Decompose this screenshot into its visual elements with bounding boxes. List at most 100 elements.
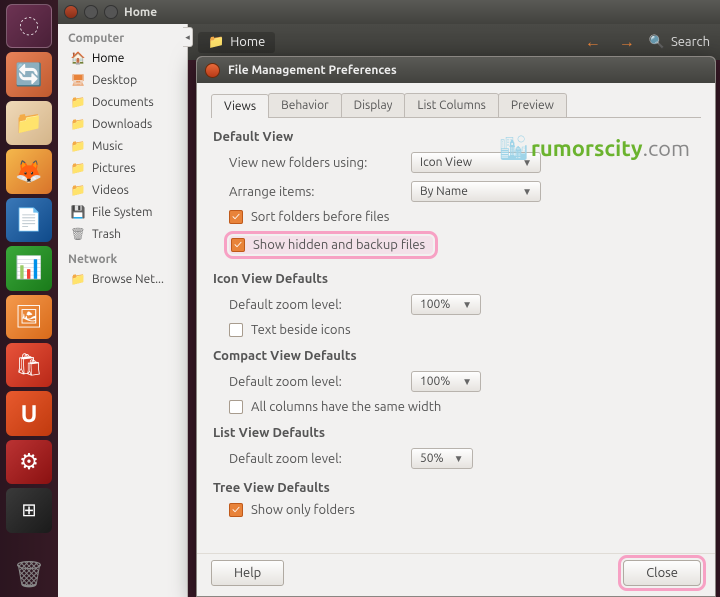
select-value: By Name bbox=[420, 185, 468, 198]
chevron-down-icon: ▼ bbox=[522, 157, 532, 169]
view-new-folders-select[interactable]: Icon View▼ bbox=[411, 152, 541, 173]
checkbox-icon bbox=[229, 323, 243, 337]
sidebar-item-home[interactable]: 🏠Home bbox=[58, 47, 187, 69]
section-list-view: List View Defaults bbox=[213, 426, 699, 440]
checkbox-label: Show only folders bbox=[251, 503, 355, 517]
same-width-checkbox[interactable]: All columns have the same width bbox=[229, 400, 699, 414]
sidebar-item-label: Pictures bbox=[92, 162, 136, 175]
launcher-ubuntu-one[interactable]: U bbox=[6, 391, 52, 435]
folder-icon: 📁 bbox=[70, 182, 86, 198]
location-toolbar: 📁 Home ← → 🔍 Search bbox=[188, 24, 720, 60]
sidebar-collapse-handle[interactable]: ◂ bbox=[183, 27, 193, 47]
places-sidebar: Computer 🏠Home 🖥Desktop 📁Documents 📁 Down… bbox=[58, 24, 188, 597]
sidebar-item-label: Downloads bbox=[92, 118, 152, 131]
folder-icon: 🏠 bbox=[70, 50, 86, 66]
sidebar-item-music[interactable]: 📁 Music bbox=[58, 135, 187, 157]
section-compact-view: Compact View Defaults bbox=[213, 349, 699, 363]
folder-icon: 📁 bbox=[70, 94, 86, 110]
checkbox-icon: ✓ bbox=[229, 503, 243, 517]
sidebar-item-label: Videos bbox=[92, 184, 129, 197]
chevron-down-icon: ▼ bbox=[454, 453, 464, 465]
arrange-items-label: Arrange items: bbox=[229, 185, 399, 199]
dash-icon[interactable]: ◌ bbox=[6, 4, 52, 48]
launcher-calc[interactable]: 📊 bbox=[6, 246, 52, 290]
back-button[interactable]: ← bbox=[581, 33, 605, 52]
view-new-folders-label: View new folders using: bbox=[229, 156, 399, 170]
tab-views[interactable]: Views bbox=[211, 94, 269, 118]
sidebar-item-browse-network[interactable]: 📁 Browse Net... bbox=[58, 268, 187, 290]
close-button[interactable]: Close bbox=[623, 560, 701, 586]
checkbox-label: All columns have the same width bbox=[251, 400, 441, 414]
tab-behavior[interactable]: Behavior bbox=[268, 93, 342, 117]
dialog-close-icon[interactable] bbox=[205, 63, 220, 78]
sidebar-item-label: Trash bbox=[92, 228, 121, 241]
sidebar-header-computer: Computer bbox=[58, 24, 187, 47]
chevron-down-icon: ▼ bbox=[462, 376, 472, 388]
drive-icon: 💾 bbox=[70, 204, 86, 220]
forward-button[interactable]: → bbox=[615, 33, 639, 52]
compact-zoom-select[interactable]: 100% ▼ bbox=[411, 371, 481, 392]
tab-preview[interactable]: Preview bbox=[498, 93, 567, 117]
icon-zoom-select[interactable]: 100% ▼ bbox=[411, 294, 481, 315]
window-maximize-icon[interactable] bbox=[104, 5, 118, 19]
sidebar-item-trash[interactable]: 🗑 Trash bbox=[58, 223, 187, 245]
icon-zoom-label: Default zoom level: bbox=[229, 298, 399, 312]
search-icon: 🔍 bbox=[649, 35, 665, 50]
select-value: 100% bbox=[420, 298, 450, 311]
sidebar-item-label: File System bbox=[92, 206, 153, 219]
section-icon-view: Icon View Defaults bbox=[213, 272, 699, 286]
tab-list-columns[interactable]: List Columns bbox=[404, 93, 498, 117]
trash-icon: 🗑 bbox=[70, 226, 86, 242]
section-default-view: Default View bbox=[213, 130, 699, 144]
text-beside-checkbox[interactable]: Text beside icons bbox=[229, 323, 699, 337]
select-value: 50% bbox=[420, 452, 444, 465]
folder-icon: 📁 bbox=[70, 116, 86, 132]
breadcrumb-home[interactable]: 📁 Home bbox=[198, 32, 275, 53]
launcher-firefox[interactable]: 🦊 bbox=[6, 149, 52, 193]
unity-launcher: ◌ 🔄 📁 🦊 📄 📊 🖼 🛍 U ⚙ ⊞ 🗑 bbox=[0, 0, 58, 597]
checkbox-icon: ✓ bbox=[229, 210, 243, 224]
sidebar-item-documents[interactable]: 📁Documents bbox=[58, 91, 187, 113]
arrange-items-select[interactable]: By Name▼ bbox=[411, 181, 541, 202]
checkbox-icon bbox=[229, 400, 243, 414]
search-button[interactable]: 🔍 Search bbox=[649, 35, 710, 50]
search-label: Search bbox=[671, 35, 710, 49]
launcher-writer[interactable]: 📄 bbox=[6, 198, 52, 242]
tab-display[interactable]: Display bbox=[341, 93, 406, 117]
breadcrumb-label: Home bbox=[230, 35, 265, 49]
dialog-titlebar: File Management Preferences bbox=[197, 57, 715, 83]
window-minimize-icon[interactable] bbox=[84, 5, 98, 19]
show-hidden-checkbox[interactable]: ✓Show hidden and backup files bbox=[229, 236, 433, 254]
folder-icon: 📁 bbox=[70, 160, 86, 176]
launcher-settings[interactable]: ⚙ bbox=[6, 440, 52, 484]
sidebar-item-pictures[interactable]: 📁 Pictures bbox=[58, 157, 187, 179]
select-value: 100% bbox=[420, 375, 450, 388]
list-zoom-label: Default zoom level: bbox=[229, 452, 399, 466]
checkbox-label: Text beside icons bbox=[251, 323, 351, 337]
launcher-app-1[interactable]: 🔄 bbox=[6, 52, 52, 96]
sidebar-item-desktop[interactable]: 🖥Desktop bbox=[58, 69, 187, 91]
window-close-icon[interactable] bbox=[64, 5, 78, 19]
launcher-workspace[interactable]: ⊞ bbox=[6, 488, 52, 532]
launcher-files[interactable]: 📁 bbox=[6, 101, 52, 145]
launcher-trash[interactable]: 🗑 bbox=[6, 553, 52, 597]
sort-folders-checkbox[interactable]: ✓Sort folders before files bbox=[229, 210, 699, 224]
folder-icon: 📁 bbox=[70, 271, 86, 287]
sidebar-item-label: Browse Net... bbox=[92, 273, 164, 286]
window-title: Home bbox=[124, 6, 157, 19]
folder-icon: 🖥 bbox=[70, 72, 86, 88]
help-button[interactable]: Help bbox=[211, 560, 284, 586]
sidebar-item-videos[interactable]: 📁 Videos bbox=[58, 179, 187, 201]
window-titlebar: Home bbox=[58, 0, 720, 24]
launcher-software[interactable]: 🛍 bbox=[6, 343, 52, 387]
launcher-impress[interactable]: 🖼 bbox=[6, 295, 52, 339]
chevron-down-icon: ▼ bbox=[462, 299, 472, 311]
show-only-folders-checkbox[interactable]: ✓ Show only folders bbox=[229, 503, 699, 517]
list-zoom-select[interactable]: 50% ▼ bbox=[411, 448, 473, 469]
sidebar-item-downloads[interactable]: 📁 Downloads bbox=[58, 113, 187, 135]
home-icon: 📁 bbox=[208, 35, 224, 50]
folder-icon: 📁 bbox=[70, 138, 86, 154]
checkbox-label: Show hidden and backup files bbox=[253, 238, 425, 252]
sidebar-item-label: Music bbox=[92, 140, 123, 153]
sidebar-item-filesystem[interactable]: 💾 File System bbox=[58, 201, 187, 223]
